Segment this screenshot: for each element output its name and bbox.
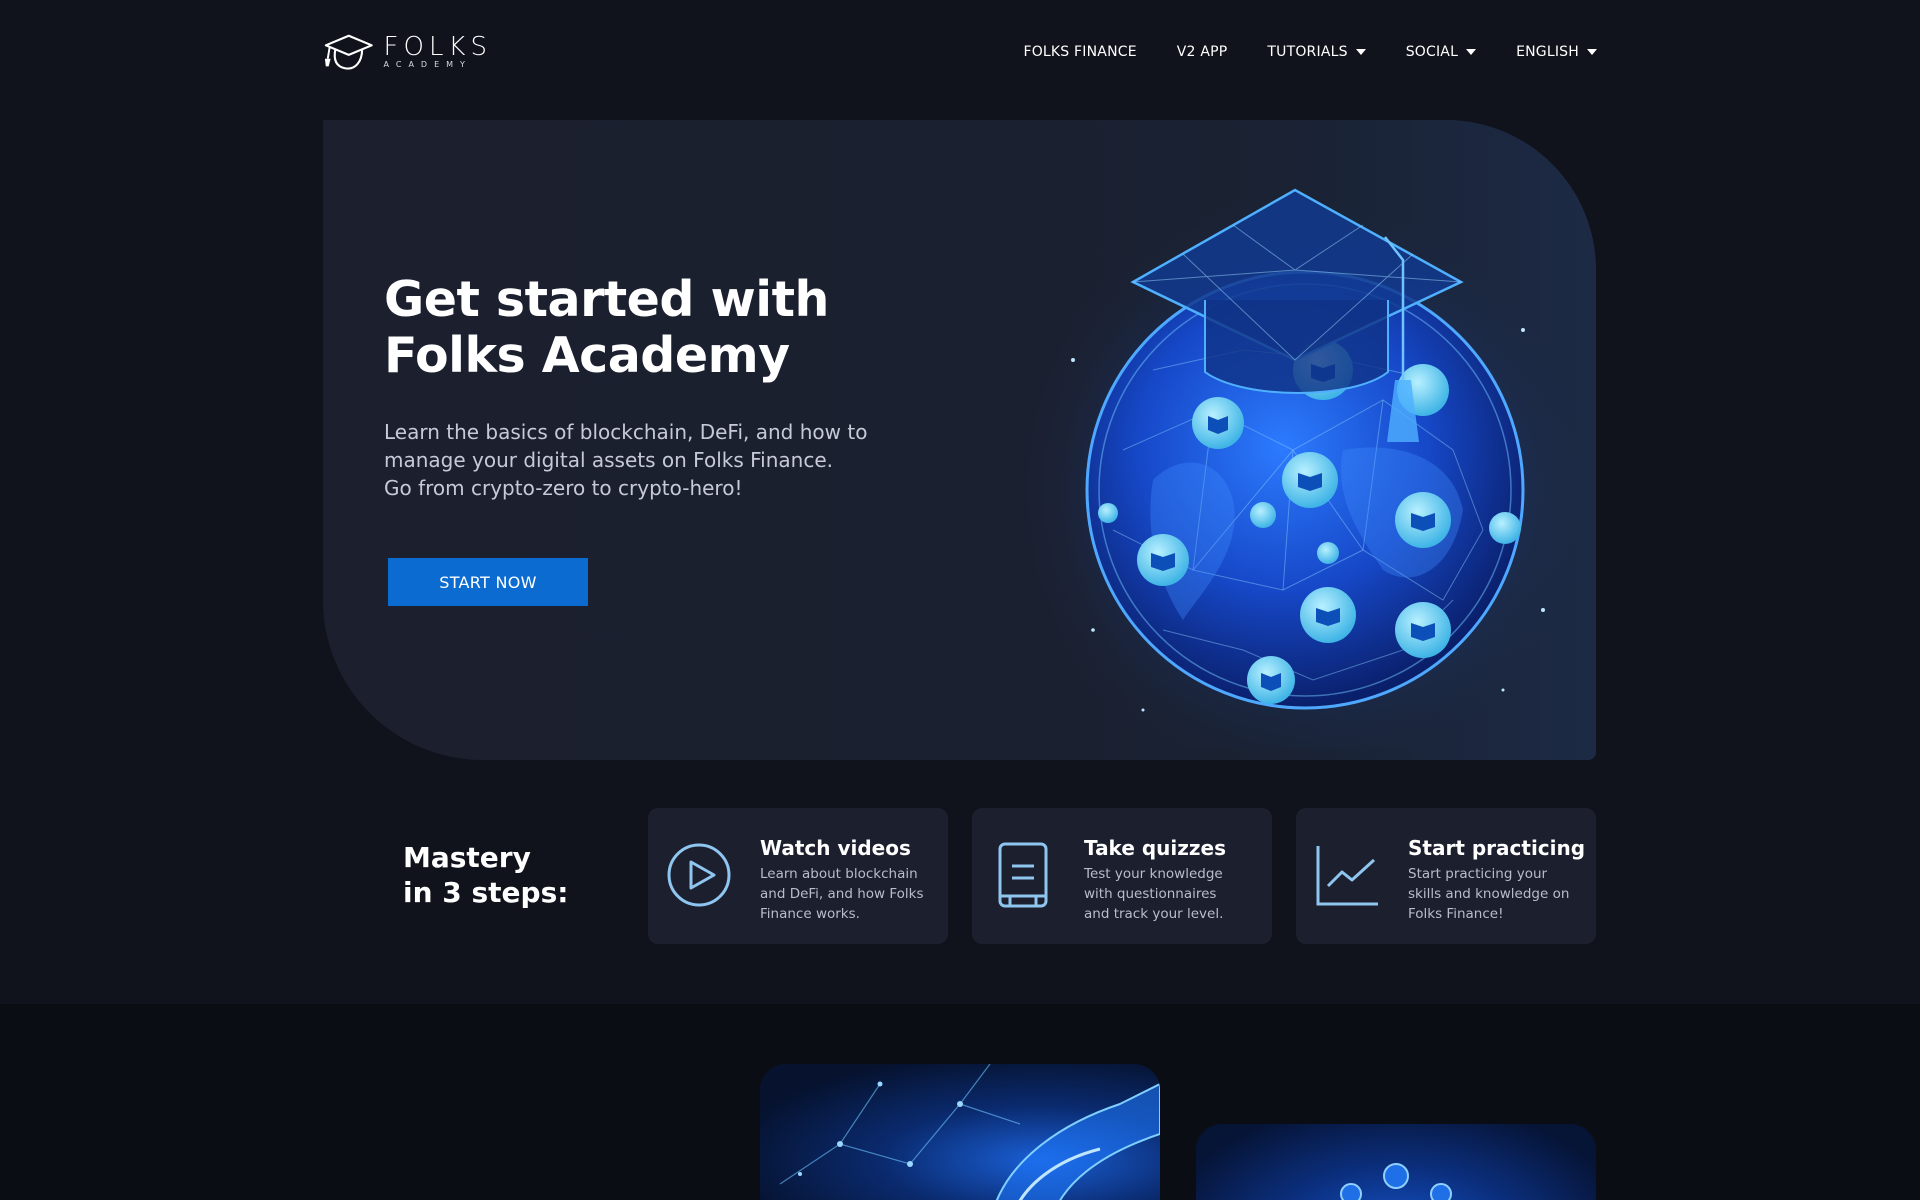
quiz-document-icon <box>998 842 1048 908</box>
main-nav: FOLKS FINANCE V2 APP TUTORIALS SOCIAL EN… <box>1023 40 1597 64</box>
logo-wordmark: FOLKS <box>383 32 492 62</box>
hero-description: Learn the basics of blockchain, DeFi, an… <box>384 418 904 502</box>
step-desc-line: with questionnaires <box>1084 886 1217 902</box>
nav-language-dropdown[interactable]: ENGLISH <box>1516 44 1597 60</box>
nav-social-dropdown[interactable]: SOCIAL <box>1405 44 1477 60</box>
step-card-watch-videos[interactable]: Watch videos Learn about blockchain and … <box>648 808 948 944</box>
logo-subtitle: ACADEMY <box>383 60 472 69</box>
caret-down-icon <box>1587 49 1597 55</box>
nav-label: FOLKS FINANCE <box>1023 44 1137 60</box>
hero-title: Get started with Folks Academy <box>384 272 944 384</box>
hero-section: Get started with Folks Academy Learn the… <box>323 120 1596 760</box>
mastery-heading: Mastery in 3 steps: <box>403 840 568 910</box>
step-description: Learn about blockchain and DeFi, and how… <box>760 864 940 924</box>
step-desc-line: Start practicing your <box>1408 866 1548 882</box>
step-card-take-quizzes[interactable]: Take quizzes Test your knowledge with qu… <box>972 808 1272 944</box>
nav-label: V2 APP <box>1176 44 1228 60</box>
step-desc-line: and track your level. <box>1084 906 1224 922</box>
chart-line-icon <box>1316 846 1378 906</box>
hero-title-line: Get started with <box>384 271 829 328</box>
hero-desc-line: Go from crypto-zero to crypto-hero! <box>384 476 743 500</box>
nav-tutorials-dropdown[interactable]: TUTORIALS <box>1267 44 1366 60</box>
nav-label: SOCIAL <box>1405 44 1459 60</box>
hero-desc-line: manage your digital assets on Folks Fina… <box>384 448 833 472</box>
play-circle-icon <box>667 843 731 907</box>
step-desc-line: and DeFi, and how Folks <box>760 886 924 902</box>
mastery-heading-line: in 3 steps: <box>403 876 569 909</box>
step-title: Watch videos <box>760 836 911 860</box>
step-title: Take quizzes <box>1084 836 1227 860</box>
step-desc-line: Finance works. <box>760 906 860 922</box>
folks-academy-logo[interactable]: FOLKS ACADEMY <box>322 30 492 74</box>
caret-down-icon <box>1355 49 1366 55</box>
step-desc-line: Learn about blockchain <box>760 866 918 882</box>
nav-label: ENGLISH <box>1516 44 1579 60</box>
hero-desc-line: Learn the basics of blockchain, DeFi, an… <box>384 420 868 444</box>
graduation-cap-logo-icon <box>324 34 373 70</box>
caret-down-icon <box>1466 49 1477 55</box>
blockchain-chain-image[interactable] <box>760 1064 1160 1200</box>
site-header: FOLKS ACADEMY FOLKS FINANCE V2 APP TUTOR… <box>0 0 1920 110</box>
step-description: Start practicing your skills and knowled… <box>1408 864 1588 924</box>
globe-graduation-cap-illustration <box>983 150 1596 760</box>
network-diagram-image[interactable] <box>1196 1124 1596 1200</box>
step-card-start-practicing[interactable]: Start practicing Start practicing your s… <box>1296 808 1596 944</box>
hero-title-line: Folks Academy <box>384 327 790 384</box>
step-title: Start practicing <box>1408 836 1586 860</box>
nav-folks-finance[interactable]: FOLKS FINANCE <box>1023 44 1136 60</box>
mastery-heading-line: Mastery <box>403 841 531 874</box>
step-desc-line: Test your knowledge <box>1084 866 1223 882</box>
step-desc-line: skills and knowledge on <box>1408 886 1570 902</box>
nav-label: TUTORIALS <box>1267 44 1348 60</box>
start-now-button[interactable]: START NOW <box>388 558 588 606</box>
step-desc-line: Folks Finance! <box>1408 906 1504 922</box>
step-description: Test your knowledge with questionnaires … <box>1084 864 1264 924</box>
lower-section <box>0 1004 1920 1200</box>
nav-v2-app[interactable]: V2 APP <box>1177 44 1228 60</box>
